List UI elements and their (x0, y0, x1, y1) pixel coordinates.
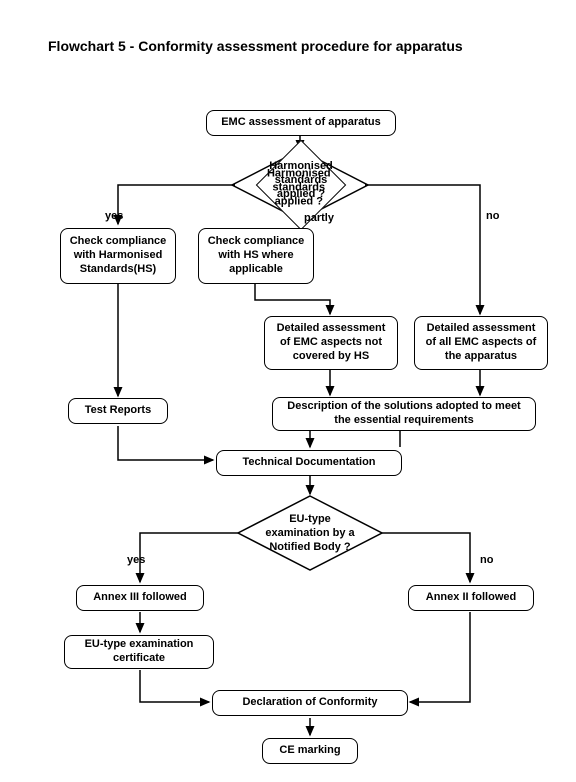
node-detailed-all: Detailed assessment of all EMC aspects o… (414, 316, 548, 370)
page-title: Flowchart 5 - Conformity assessment proc… (48, 38, 463, 54)
node-description-solutions: Description of the solutions adopted to … (272, 397, 536, 431)
node-ce-marking: CE marking (262, 738, 358, 764)
label-no-1: no (486, 210, 499, 222)
node-annex-iii: Annex III followed (76, 585, 204, 611)
node-emc-assessment: EMC assessment of apparatus (206, 110, 396, 136)
node-check-hs: Check compliance with Harmonised Standar… (60, 228, 176, 284)
label-yes-1: yes (105, 210, 123, 222)
node-detailed-not-covered: Detailed assessment of EMC aspects not c… (264, 316, 398, 370)
label-partly: partly (304, 212, 334, 224)
label-yes-2: yes (127, 554, 145, 566)
node-annex-ii: Annex II followed (408, 585, 534, 611)
node-declaration: Declaration of Conformity (212, 690, 408, 716)
node-test-reports: Test Reports (68, 398, 168, 424)
node-eu-type-cert: EU-type examination certificate (64, 635, 214, 669)
label-no-2: no (480, 554, 493, 566)
decision-eu-type-text: EU-typeexamination by aNotified Body ? (260, 513, 360, 554)
node-technical-documentation: Technical Documentation (216, 450, 402, 476)
node-check-hs-applicable: Check compliance with HS where applicabl… (198, 228, 314, 284)
decision-harmonised-standards-text: Harmonisedstandardsapplied ? (268, 160, 334, 201)
